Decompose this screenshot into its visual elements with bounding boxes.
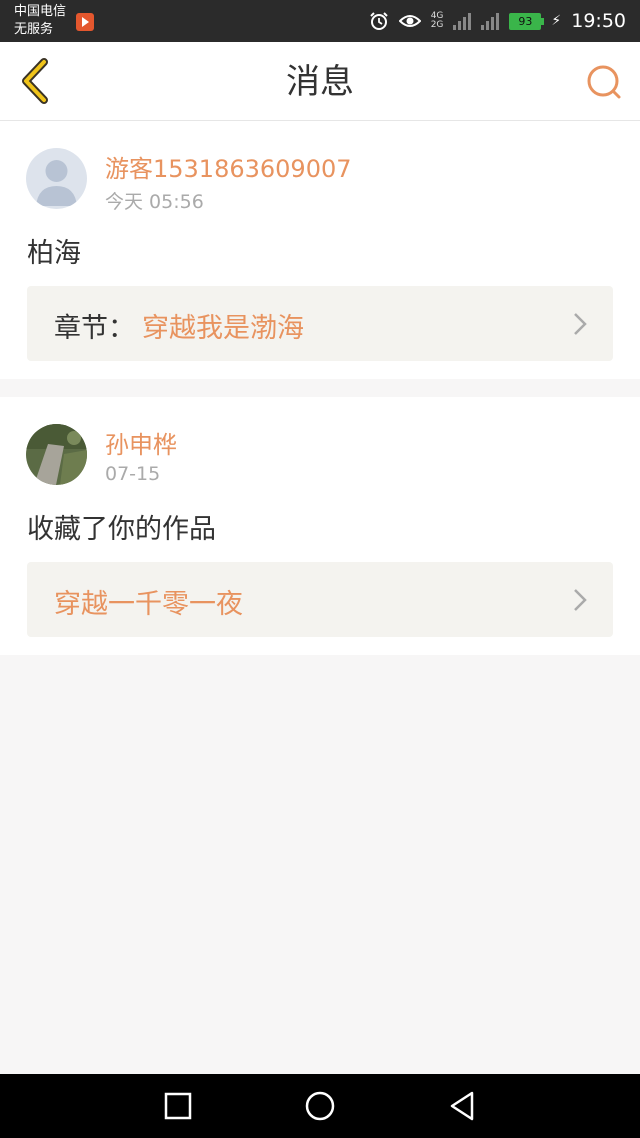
clock: 19:50 [571,10,626,32]
link-prefix: 章节： [54,313,135,344]
chevron-right-icon [574,313,587,335]
username[interactable]: 游客1531863609007 [105,149,352,184]
signal-no-service-icon [481,12,500,30]
header-bar: 消息 [0,42,640,121]
circle-icon[interactable] [304,1090,336,1122]
network-2g: 2G [430,20,444,30]
battery-icon: 93 [509,12,545,30]
eye-comfort-icon [398,15,421,27]
message-card: 游客1531863609007 今天 05:56 柏海 章节： 穿越我是渤海 [0,121,640,379]
alarm-icon [369,12,388,30]
chapter-link[interactable]: 章节： 穿越我是渤海 [27,286,613,361]
network-type: 4G 2G [431,12,444,30]
timestamp: 07-15 [105,463,161,485]
message-content: 柏海 [27,238,81,269]
signal-strength-icon [453,12,472,30]
page-title: 消息 [286,62,354,102]
photo-avatar-icon [26,424,87,485]
system-nav-bar [0,1074,640,1138]
work-title: 穿越一千零一夜 [54,589,243,620]
triangle-back-icon[interactable] [446,1090,478,1122]
video-app-icon [76,13,94,31]
timestamp: 今天 05:56 [105,191,204,213]
work-link[interactable]: 穿越一千零一夜 [27,562,613,637]
chevron-right-icon [574,589,587,611]
carrier-name: 中国电信 [14,4,67,19]
service-status: 无服务 [14,22,54,37]
status-icons: 4G 2G 93 ⚡︎ 19:50 [369,0,626,42]
message-content: 收藏了你的作品 [27,514,216,545]
chapter-title: 穿越我是渤海 [142,313,304,344]
square-icon[interactable] [162,1090,194,1122]
default-avatar-icon [26,148,87,209]
status-bar: 中国电信 无服务 4G 2G 93 ⚡︎ 19:50 [0,0,640,42]
message-card: 孙申桦 07-15 收藏了你的作品 穿越一千零一夜 [0,397,640,655]
username[interactable]: 孙申桦 [105,425,177,460]
charging-icon: ⚡︎ [551,13,562,29]
carrier-info: 中国电信 无服务 [14,3,66,39]
user-avatar[interactable] [26,424,87,485]
search-icon[interactable] [584,62,624,102]
user-avatar[interactable] [26,148,87,209]
